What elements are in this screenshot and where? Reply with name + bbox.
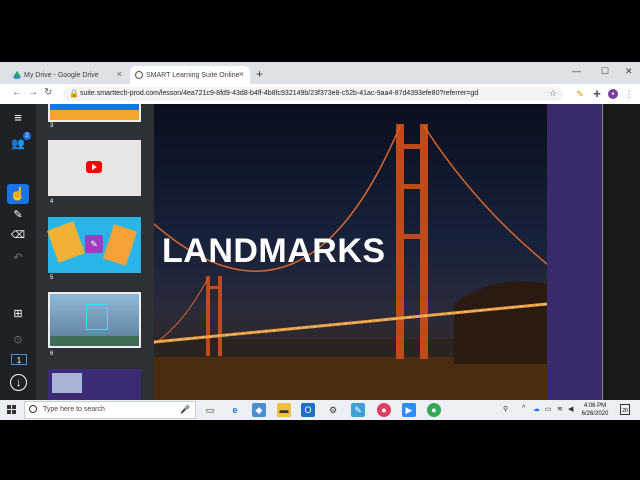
new-tab-icon[interactable]: + bbox=[256, 67, 263, 81]
smart-notebook-icon[interactable]: ✎ bbox=[351, 403, 365, 417]
close-tab-icon[interactable]: × bbox=[117, 69, 122, 79]
back-icon[interactable]: ← bbox=[12, 87, 22, 98]
outlook-icon[interactable]: O bbox=[301, 403, 315, 417]
activity-icon: ✎ bbox=[85, 235, 103, 253]
forward-icon[interactable]: → bbox=[28, 87, 38, 98]
search-placeholder: Type here to search bbox=[43, 406, 105, 413]
thumbnail-graphic bbox=[50, 336, 139, 346]
reload-icon[interactable]: ↻ bbox=[44, 87, 52, 98]
pen-icon[interactable]: ✎ bbox=[5, 205, 31, 225]
clock-date: 6/26/2020 bbox=[581, 411, 609, 417]
participants-count-badge: 2 bbox=[23, 132, 31, 140]
youtube-icon bbox=[86, 161, 102, 173]
microphone-icon[interactable]: 🎤 bbox=[180, 405, 190, 414]
thumbnail-page-5[interactable]: ✎ bbox=[47, 217, 141, 273]
task-view-icon[interactable]: ▭ bbox=[203, 403, 217, 417]
close-tab-icon[interactable]: × bbox=[239, 69, 244, 79]
undo-icon[interactable]: ↶ bbox=[5, 248, 31, 268]
taskbar-search-box[interactable]: Type here to search 🎤 bbox=[24, 401, 196, 419]
onedrive-icon[interactable]: ☁ bbox=[533, 405, 540, 413]
thumbnail-graphic bbox=[52, 373, 82, 393]
url-text: suite.smarttech-prod.com/lesson/4ea721c9… bbox=[80, 90, 479, 97]
thumbnail-graphic bbox=[47, 221, 85, 263]
hamburger-menu-icon[interactable]: ≡ bbox=[5, 108, 31, 128]
battery-icon[interactable]: ▭ bbox=[545, 405, 552, 413]
extensions-puzzle-icon[interactable]: ✚ bbox=[592, 89, 602, 99]
tray-chevron-icon[interactable]: ^ bbox=[522, 405, 525, 412]
tab-title: My Drive - Google Drive bbox=[24, 71, 99, 79]
thumbnail-page-3[interactable] bbox=[48, 104, 141, 122]
thumbnail-number: 5 bbox=[50, 275, 54, 281]
right-panel bbox=[602, 104, 640, 400]
chrome-menu-icon[interactable]: ⋮ bbox=[624, 89, 634, 99]
thumbnail-number: 3 bbox=[50, 123, 54, 129]
google-drive-icon bbox=[13, 71, 21, 79]
profile-avatar[interactable]: ● bbox=[608, 89, 618, 99]
page-thumbnails: 3 4 ✎ 5 6 bbox=[36, 104, 152, 400]
thumbnail-page-6[interactable] bbox=[48, 292, 141, 348]
left-toolbar: ≡ 👥 2 ☝ ✎ ⌫ ↶ ⊞ ⊙ 1 ↓ bbox=[0, 104, 36, 400]
edge-icon[interactable]: e bbox=[228, 403, 242, 417]
lock-icon: 🔒 bbox=[69, 89, 79, 98]
thumbnail-page-7[interactable] bbox=[48, 369, 141, 400]
thumbnail-graphic bbox=[50, 110, 139, 120]
tab-title: SMART Learning Suite Online bbox=[146, 71, 240, 79]
scroll-up-icon[interactable]: ⊙ bbox=[5, 330, 31, 350]
system-clock[interactable]: 4:06 PM 6/26/2020 bbox=[578, 402, 612, 418]
search-icon bbox=[29, 405, 37, 413]
tab-smart-learning-suite[interactable]: SMART Learning Suite Online × bbox=[130, 66, 250, 84]
browser-toolbar: ← → ↻ 🔒 suite.smarttech-prod.com/lesson/… bbox=[0, 84, 640, 105]
screen: My Drive - Google Drive × SMART Learning… bbox=[0, 62, 640, 420]
scroll-down-icon[interactable]: ↓ bbox=[10, 374, 27, 391]
people-icon[interactable]: ⚲ bbox=[503, 405, 508, 413]
windows-start-icon[interactable] bbox=[7, 405, 16, 414]
close-window-icon[interactable]: ✕ bbox=[625, 66, 633, 77]
browser-tab-strip: My Drive - Google Drive × SMART Learning… bbox=[0, 62, 640, 84]
minimize-icon[interactable]: — bbox=[572, 66, 581, 76]
thumbnail-number: 6 bbox=[50, 351, 54, 357]
eraser-icon[interactable]: ⌫ bbox=[5, 226, 31, 246]
address-bar[interactable]: 🔒 suite.smarttech-prod.com/lesson/4ea721… bbox=[63, 87, 563, 101]
volume-icon[interactable]: ◀ bbox=[568, 405, 573, 413]
thumbnail-graphic bbox=[86, 304, 108, 330]
file-explorer-icon[interactable]: ▬ bbox=[277, 403, 291, 417]
notifications-icon[interactable]: 20 bbox=[620, 404, 630, 415]
thumbnail-graphic bbox=[103, 224, 137, 266]
page-number-indicator: 1 bbox=[11, 354, 27, 365]
add-page-icon[interactable]: ⊞ bbox=[5, 304, 31, 324]
settings-gear-icon[interactable]: ⚙ bbox=[326, 403, 340, 417]
wifi-icon[interactable]: ≋ bbox=[557, 405, 563, 413]
thumbnail-number: 4 bbox=[50, 199, 54, 205]
zoom-icon[interactable]: ▶ bbox=[402, 403, 416, 417]
app-icon[interactable]: ◆ bbox=[252, 403, 266, 417]
pencil-extension-icon[interactable]: ✎ bbox=[575, 89, 585, 99]
clock-time: 4:06 PM bbox=[583, 403, 607, 409]
lesson-app: ≡ 👥 2 ☝ ✎ ⌫ ↶ ⊞ ⊙ 1 ↓ 3 4 ✎ 5 6 LANDMARK… bbox=[0, 104, 640, 400]
thumbnail-page-4[interactable] bbox=[48, 140, 141, 196]
tab-google-drive[interactable]: My Drive - Google Drive × bbox=[8, 66, 128, 84]
windows-taskbar: Type here to search 🎤 ▭ e ◆ ▬ O ⚙ ✎ ● ▶ … bbox=[0, 400, 640, 420]
slide-side-panel bbox=[547, 104, 602, 400]
slide-canvas[interactable]: LANDMARKS bbox=[154, 104, 547, 400]
chrome-canary-icon[interactable]: ● bbox=[377, 403, 391, 417]
slide-title: LANDMARKS bbox=[162, 232, 386, 270]
chrome-icon[interactable]: ● bbox=[427, 403, 441, 417]
bookmark-star-icon[interactable]: ☆ bbox=[549, 88, 557, 99]
maximize-icon[interactable]: ☐ bbox=[601, 66, 609, 77]
smart-icon bbox=[135, 71, 143, 79]
select-hand-icon[interactable]: ☝ bbox=[7, 184, 29, 204]
